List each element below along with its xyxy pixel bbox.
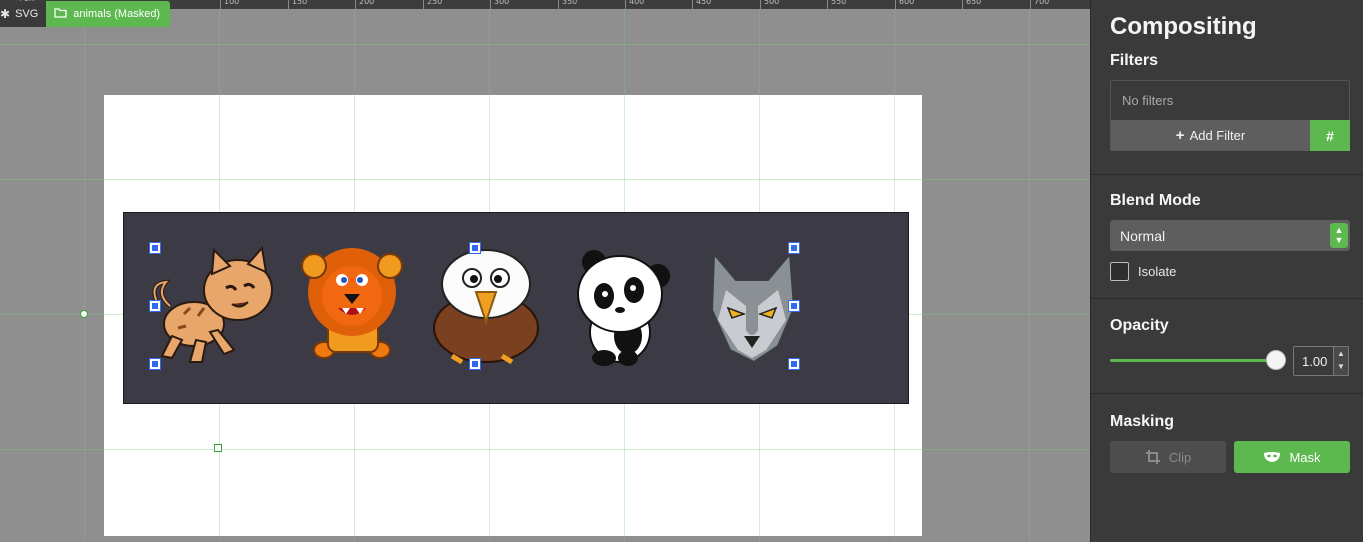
ruler-tick: 600	[895, 0, 914, 9]
crop-icon	[1145, 449, 1161, 465]
ruler-tick: 400	[625, 0, 644, 9]
ruler-label: 450	[696, 0, 712, 6]
ruler-label: 650	[966, 0, 982, 6]
section-divider	[1091, 393, 1363, 394]
canvas-workspace[interactable]: 50 100 150 200 250 300 350 400 450 500 5…	[0, 0, 1090, 542]
ruler-tick: 200	[355, 0, 374, 9]
blend-mode-value: Normal	[1120, 228, 1166, 244]
ruler-label: 300	[494, 0, 510, 6]
resize-handle[interactable]	[150, 359, 160, 369]
lion-image[interactable]	[298, 246, 408, 366]
opacity-value: 1.00	[1302, 354, 1328, 369]
eagle-image[interactable]	[432, 246, 540, 366]
filter-code-button[interactable]: #	[1310, 120, 1350, 151]
add-filter-label: Add Filter	[1189, 128, 1246, 143]
ruler-tick: 150	[288, 0, 307, 9]
blend-mode-heading: Blend Mode	[1110, 192, 1201, 209]
ruler-tick: 350	[558, 0, 577, 9]
ruler-label: 350	[562, 0, 578, 6]
isolate-checkbox[interactable]	[1110, 262, 1129, 281]
cat-image[interactable]	[148, 244, 284, 368]
ruler-label: 250	[427, 0, 443, 6]
ruler-label: 400	[629, 0, 645, 6]
ruler-label: 550	[831, 0, 847, 6]
isolate-label: Isolate	[1138, 264, 1177, 279]
ruler-tick: 250	[423, 0, 442, 9]
ruler-label: 200	[359, 0, 375, 6]
opacity-input[interactable]: 1.00 ▲ ▼	[1293, 346, 1349, 376]
guide-line	[0, 179, 1090, 180]
blend-mode-select[interactable]: Normal ▲ ▼	[1110, 220, 1350, 251]
hash-icon: #	[1326, 127, 1334, 144]
ruler-label: 150	[292, 0, 308, 6]
section-divider	[1091, 174, 1363, 175]
asterisk-icon: ✱	[0, 7, 11, 21]
breadcrumb-svg-root[interactable]: ✱ SVG	[0, 1, 47, 27]
breadcrumb-group-label: animals (Masked)	[73, 8, 161, 20]
filters-heading: Filters	[1110, 52, 1159, 69]
clip-button[interactable]: Clip	[1110, 441, 1226, 473]
resize-handle[interactable]	[470, 359, 480, 369]
guide-line	[0, 44, 1090, 45]
ruler-label: 500	[764, 0, 780, 6]
rotation-handle[interactable]	[80, 310, 88, 318]
mask-label: Mask	[1289, 449, 1321, 465]
ruler-tick: 300	[490, 0, 509, 9]
mask-button[interactable]: Mask	[1234, 441, 1350, 473]
opacity-heading: Opacity	[1110, 317, 1169, 334]
ruler-tick: 100	[220, 0, 239, 9]
filters-list: No filters + Add Filter #	[1110, 80, 1350, 151]
wolf-image[interactable]	[706, 250, 798, 368]
ruler-label: 600	[899, 0, 915, 6]
ruler-label: 700	[1034, 0, 1050, 6]
guide-line	[84, 9, 85, 542]
clip-label: Clip	[1168, 449, 1192, 465]
breadcrumb-group[interactable]: animals (Masked)	[46, 1, 171, 27]
breadcrumb: ✱ SVG animals (Masked)	[0, 1, 171, 27]
resize-handle[interactable]	[150, 243, 160, 253]
plus-icon: +	[1175, 127, 1185, 144]
masking-heading: Masking	[1110, 413, 1175, 430]
filters-empty-text: No filters	[1122, 93, 1174, 108]
transform-origin-handle[interactable]	[214, 444, 222, 452]
mask-icon	[1263, 451, 1281, 463]
section-divider	[1091, 298, 1363, 299]
opacity-slider-track[interactable]	[1110, 359, 1276, 362]
folder-icon	[54, 7, 67, 21]
compositing-panel: Compositing Filters No filters + Add Fil…	[1090, 0, 1363, 542]
ruler-tick: 450	[692, 0, 711, 9]
resize-handle[interactable]	[789, 359, 799, 369]
ruler-label: 100	[224, 0, 240, 6]
resize-handle[interactable]	[470, 243, 480, 253]
add-filter-button[interactable]: + Add Filter	[1111, 120, 1310, 151]
panel-title: Compositing	[1110, 13, 1257, 40]
ruler-tick: 500	[760, 0, 779, 9]
panda-image[interactable]	[574, 248, 672, 368]
opacity-stepper[interactable]: ▲ ▼	[1333, 346, 1349, 376]
ruler-tick: 700	[1030, 0, 1049, 9]
guide-line	[0, 449, 1090, 450]
guide-line	[1029, 9, 1030, 542]
resize-handle[interactable]	[789, 301, 799, 311]
select-arrows-icon: ▲ ▼	[1330, 223, 1348, 248]
ruler-tick: 650	[962, 0, 981, 9]
ruler-tick: 550	[827, 0, 846, 9]
resize-handle[interactable]	[150, 301, 160, 311]
resize-handle[interactable]	[789, 243, 799, 253]
opacity-slider-thumb[interactable]	[1266, 350, 1286, 370]
breadcrumb-root-label: SVG	[15, 8, 39, 20]
